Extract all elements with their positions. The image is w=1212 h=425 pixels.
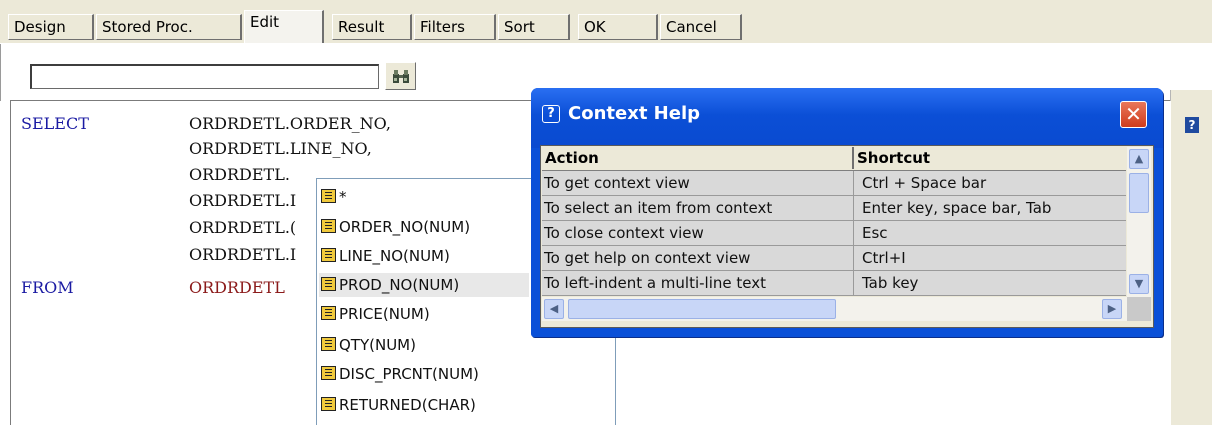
table-row[interactable]: To left-indent a multi-line text Tab key — [542, 271, 1126, 296]
tab-filters[interactable]: Filters — [414, 14, 496, 40]
tab-bar: Design Stored Proc. Edit Result Filters … — [0, 0, 1212, 45]
column-header-action[interactable]: Action — [542, 147, 854, 169]
table-cell: Enter key, space bar, Tab — [862, 199, 1052, 217]
table-header: Action Shortcut — [542, 147, 1126, 171]
table-cell: Ctrl + Space bar — [862, 174, 987, 192]
cancel-button[interactable]: Cancel — [660, 14, 742, 40]
scroll-down-button[interactable]: ▼ — [1129, 274, 1149, 294]
editor-side-panel — [1170, 90, 1212, 425]
scroll-up-button[interactable]: ▲ — [1129, 149, 1149, 169]
scroll-thumb[interactable] — [568, 299, 836, 319]
context-help-window: ? Context Help ✕ Action Shortcut To get … — [531, 88, 1163, 337]
sql-line-4: ORDRDETL.I — [189, 191, 297, 210]
table-row[interactable]: To close context view Esc — [542, 221, 1126, 246]
sql-line-2: ORDRDETL.LINE_NO, — [189, 139, 372, 158]
column-icon — [321, 366, 336, 380]
list-item[interactable]: DISC_PRCNT(NUM) — [319, 362, 616, 386]
column-icon — [321, 397, 336, 411]
table-row[interactable]: To select an item from context Enter key… — [542, 196, 1126, 221]
sql-keyword-select: SELECT — [21, 114, 89, 133]
table-cell: Esc — [862, 224, 888, 242]
table-cell: To left-indent a multi-line text — [542, 271, 854, 295]
help-icon: ? — [542, 105, 560, 123]
sql-line-3: ORDRDETL. — [189, 165, 290, 184]
table-cell: Tab key — [862, 274, 919, 292]
table-cell: To close context view — [542, 221, 854, 245]
close-button[interactable]: ✕ — [1120, 101, 1147, 128]
horizontal-scrollbar[interactable]: ◀ ▶ — [542, 297, 1127, 321]
column-icon — [321, 337, 336, 351]
context-help-titlebar[interactable]: ? Context Help ✕ — [531, 88, 1163, 148]
shortcut-table: Action Shortcut To get context view Ctrl… — [540, 145, 1154, 328]
column-icon — [321, 189, 336, 203]
column-icon — [321, 248, 336, 262]
table-cell: To get help on context view — [542, 246, 854, 270]
sql-keyword-from: FROM — [21, 278, 74, 297]
sql-table-name: ORDRDETL — [189, 278, 285, 297]
tab-result[interactable]: Result — [332, 14, 412, 40]
sql-line-5: ORDRDETL.( — [189, 218, 297, 237]
column-icon — [321, 277, 336, 291]
table-cell: To select an item from context — [542, 196, 854, 220]
ok-button[interactable]: OK — [578, 14, 658, 40]
search-input[interactable] — [30, 64, 379, 89]
scroll-thumb[interactable] — [1129, 173, 1149, 213]
column-icon — [321, 306, 336, 320]
sql-line-6: ORDRDETL.I — [189, 245, 297, 264]
binoculars-icon — [393, 70, 409, 83]
sql-line-1: ORDRDETL.ORDER_NO, — [189, 114, 391, 133]
tab-edit[interactable]: Edit — [244, 10, 324, 45]
tab-sort[interactable]: Sort — [498, 14, 570, 40]
table-row[interactable]: To get help on context view Ctrl+I — [542, 246, 1126, 271]
help-icon[interactable]: ? — [1185, 117, 1199, 133]
vertical-scrollbar[interactable]: ▲ ▼ — [1127, 147, 1151, 297]
scroll-right-button[interactable]: ▶ — [1102, 299, 1122, 319]
tab-design[interactable]: Design — [8, 14, 94, 40]
table-row[interactable]: To get context view Ctrl + Space bar — [542, 171, 1126, 196]
column-header-shortcut[interactable]: Shortcut — [854, 147, 1126, 169]
column-icon — [321, 219, 336, 233]
list-item[interactable]: RETURNED(CHAR) — [319, 393, 616, 417]
context-help-title: Context Help — [568, 103, 701, 124]
scroll-corner — [1127, 297, 1151, 321]
tab-stored-proc[interactable]: Stored Proc. — [96, 14, 242, 40]
list-item-selected[interactable]: PROD_NO(NUM) — [319, 273, 529, 297]
find-button[interactable] — [385, 62, 416, 90]
table-cell: Ctrl+I — [862, 249, 906, 267]
table-cell: To get context view — [542, 171, 854, 195]
scroll-left-button[interactable]: ◀ — [544, 299, 564, 319]
